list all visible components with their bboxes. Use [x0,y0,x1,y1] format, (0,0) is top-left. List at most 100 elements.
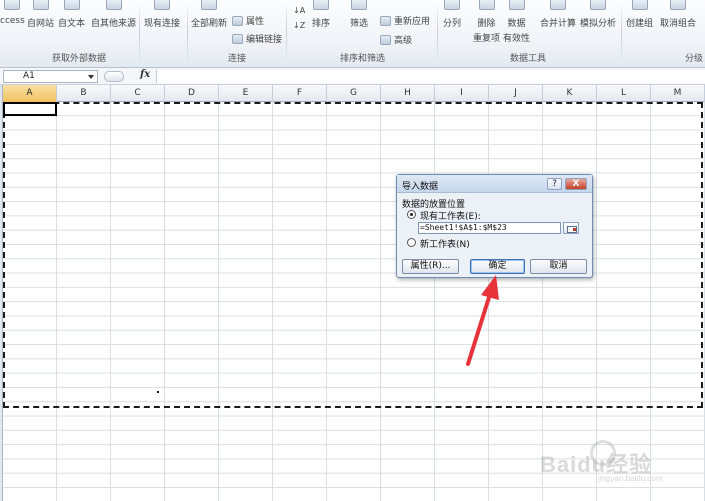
text-file-icon [63,0,80,10]
text-to-columns-button[interactable]: 分列 [443,0,461,52]
ok-button[interactable]: 确定 [470,259,525,274]
data-validation-label-2: 有效性 [503,34,531,44]
ribbon-separator [187,2,188,64]
text-to-columns-label: 分列 [443,19,462,29]
active-cell-a1[interactable] [3,102,57,116]
group-label-external-data: 获取外部数据 [52,54,107,64]
name-box-value: A1 [23,71,35,81]
existing-sheet-label[interactable]: 现有工作表(E): [420,209,481,222]
range-select-icon[interactable] [563,222,579,234]
sort-icon [313,0,329,10]
column-header-j[interactable]: J [489,85,543,102]
dialog-title: 导入数据 [402,182,439,192]
reapply-icon [380,15,391,26]
edit-links-button[interactable]: 编辑链接 [232,32,282,45]
filter-label: 筛选 [350,19,369,29]
remove-duplicates-button[interactable]: 删除 重复项 [473,0,500,52]
column-header-g[interactable]: G [327,85,381,102]
consolidate-button[interactable]: 合并计算 [540,0,576,52]
reapply-label: 重新应用 [394,17,431,27]
chevron-down-icon[interactable] [88,75,94,79]
name-box[interactable]: A1 [3,70,98,83]
column-header-h[interactable]: H [381,85,435,102]
connections-icon [154,0,170,10]
import-data-dialog: 导入数据 ? X 数据的放置位置 现有工作表(E): =Sheet1!$A$1:… [396,174,593,278]
remove-duplicates-label: 删除 [477,19,496,29]
refresh-all-label: 全部刷新 [191,19,228,29]
formula-bar-resize-handle[interactable] [104,71,124,82]
properties-button[interactable]: 属性(R)... [402,259,459,274]
existing-sheet-radio[interactable] [407,210,416,219]
properties-small-button[interactable]: 属性 [232,14,264,27]
group-label: 创建组 [626,19,654,29]
from-text-button[interactable]: 自文本 [58,0,85,52]
reapply-button[interactable]: 重新应用 [380,14,430,27]
text-to-columns-icon [444,0,460,10]
properties-small-label: 属性 [246,17,265,27]
sort-label: 排序 [312,19,331,29]
help-button[interactable]: ? [547,178,562,190]
remove-duplicates-label-2: 重复项 [473,34,501,44]
group-label-connections: 连接 [228,54,247,64]
ungroup-icon [670,0,686,10]
watermark-url: jingyan.baidu.com [598,474,663,483]
cursor-dot [157,391,159,393]
sort-az-buttons[interactable]: ↓A ↓Z [293,6,305,30]
consolidate-icon [550,0,566,10]
advanced-filter-icon [380,34,391,45]
column-header-d[interactable]: D [165,85,219,102]
close-button[interactable]: X [565,178,587,190]
data-validation-button[interactable]: 数据 有效性 [503,0,530,52]
dialog-titlebar[interactable]: 导入数据 ? X [397,175,592,193]
baidu-jingyan-watermark: Baidu经验 jingyan.baidu.com [540,440,700,490]
group-label-outline: 分级 [685,54,704,64]
from-text-label: 自文本 [58,19,86,29]
column-header-i[interactable]: I [435,85,489,102]
properties-icon [232,15,243,26]
sort-az-icon: ↓A [293,6,306,15]
from-other-sources-button[interactable]: 自其他来源 [91,0,136,52]
insert-function-button[interactable]: fx [140,69,150,80]
existing-connections-label: 现有连接 [144,19,181,29]
range-input[interactable]: =Sheet1!$A$1:$M$23 [418,222,561,234]
advanced-filter-label: 高级 [394,36,413,46]
filter-icon [351,0,367,10]
edit-links-label: 编辑链接 [246,35,283,45]
from-web-label: 自网站 [27,19,55,29]
what-if-analysis-button[interactable]: 模拟分析 [580,0,616,52]
column-header-f[interactable]: F [273,85,327,102]
column-header-b[interactable]: B [57,85,111,102]
cancel-button[interactable]: 取消 [530,259,587,274]
from-access-button[interactable]: ccess [0,0,25,52]
formula-input[interactable] [156,70,705,83]
link-icon [232,33,243,44]
column-header-l[interactable]: L [597,85,651,102]
column-header-m[interactable]: M [651,85,705,102]
ribbon-separator [621,2,622,64]
column-header-a[interactable]: A [3,85,57,102]
filter-button[interactable]: 筛选 [350,0,368,52]
consolidate-label: 合并计算 [540,19,577,29]
data-validation-icon [508,0,525,10]
other-sources-icon [105,0,122,10]
group-button[interactable]: 创建组 [626,0,653,52]
column-header-e[interactable]: E [219,85,273,102]
refresh-all-button[interactable]: 全部刷新 [191,0,227,52]
remove-duplicates-icon [478,0,495,10]
select-all-corner[interactable] [0,85,3,102]
group-icon [631,0,648,10]
web-icon [32,0,49,10]
ungroup-button[interactable]: 取消组合 [660,0,696,52]
sort-button[interactable]: 排序 [312,0,330,52]
column-header-k[interactable]: K [543,85,597,102]
from-access-label: ccess [0,16,25,26]
new-sheet-radio[interactable] [407,238,416,247]
group-label-data-tools: 数据工具 [510,54,547,64]
from-web-button[interactable]: 自网站 [27,0,54,52]
copy-marquee [3,102,703,408]
refresh-icon [201,0,217,10]
advanced-filter-button[interactable]: 高级 [380,33,412,46]
new-sheet-label[interactable]: 新工作表(N) [420,237,470,250]
existing-connections-button[interactable]: 现有连接 [144,0,180,52]
column-header-c[interactable]: C [111,85,165,102]
